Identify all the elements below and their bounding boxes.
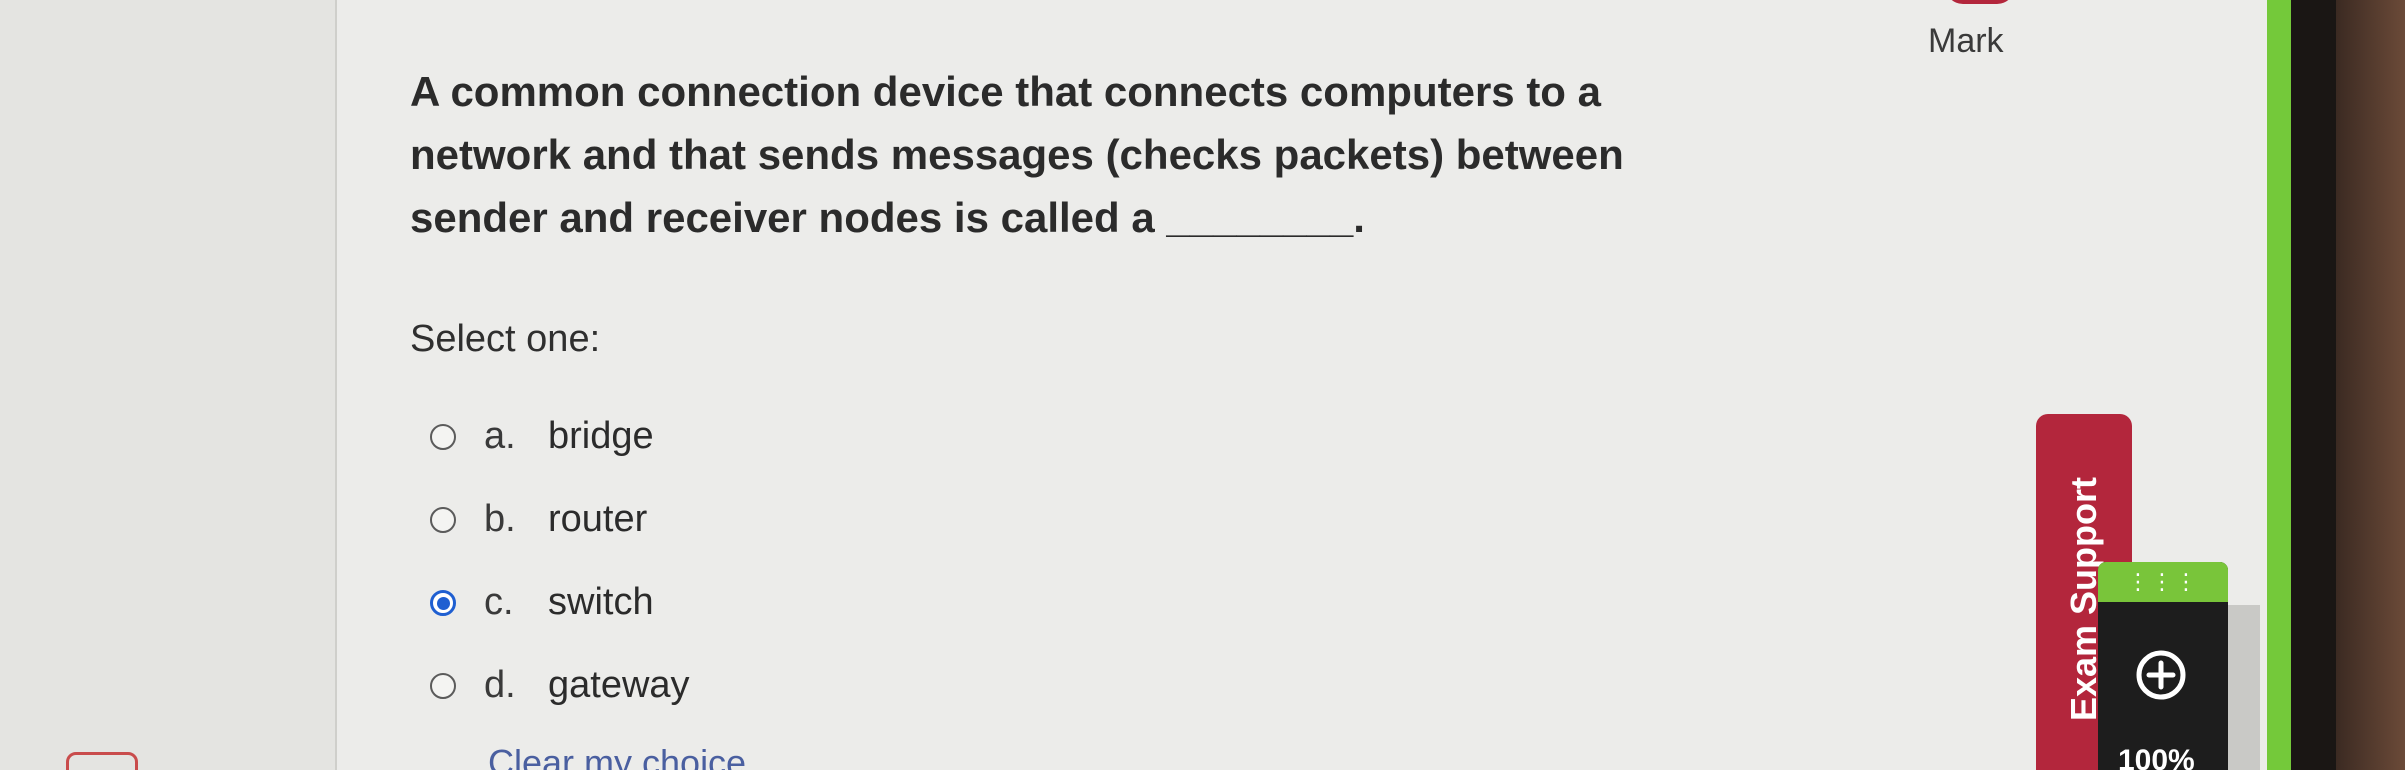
option-a[interactable]: a. bridge xyxy=(430,395,690,478)
zoom-level: 100% xyxy=(2118,744,2195,770)
option-letter: a. xyxy=(484,415,516,457)
option-letter: d. xyxy=(484,664,516,706)
bezel-dark xyxy=(2291,0,2336,770)
zoom-widget: ⋮⋮⋮ 100% xyxy=(2098,562,2228,770)
option-c[interactable]: c. switch xyxy=(430,561,690,644)
option-letter: b. xyxy=(484,498,516,540)
green-edge-bar xyxy=(2267,0,2291,770)
radio-c[interactable] xyxy=(430,589,456,616)
question-text: A common connection device that connects… xyxy=(410,68,1624,241)
nav-badge[interactable] xyxy=(66,752,138,770)
mark-label: Mark xyxy=(1928,22,2004,60)
radio-a[interactable] xyxy=(430,423,456,450)
left-sidebar xyxy=(0,0,337,770)
option-b[interactable]: b. router xyxy=(430,478,690,561)
option-d[interactable]: d. gateway xyxy=(430,644,690,727)
select-one-label: Select one: xyxy=(410,318,601,360)
option-label: switch xyxy=(548,581,654,623)
radio-b[interactable] xyxy=(430,506,456,533)
option-label: router xyxy=(548,498,648,540)
option-label: gateway xyxy=(548,664,690,706)
option-label: bridge xyxy=(548,415,654,457)
bezel-edge xyxy=(2336,0,2405,770)
answer-options: a. bridge b. router c. switch d. gateway xyxy=(430,395,690,727)
drag-handle-icon[interactable]: ⋮⋮⋮ xyxy=(2098,562,2228,602)
scrollbar[interactable] xyxy=(2228,605,2260,770)
clear-choice-link[interactable]: Clear my choice xyxy=(488,742,746,770)
radio-d[interactable] xyxy=(430,672,456,699)
option-letter: c. xyxy=(484,581,514,623)
zoom-in-icon[interactable] xyxy=(2133,647,2189,703)
